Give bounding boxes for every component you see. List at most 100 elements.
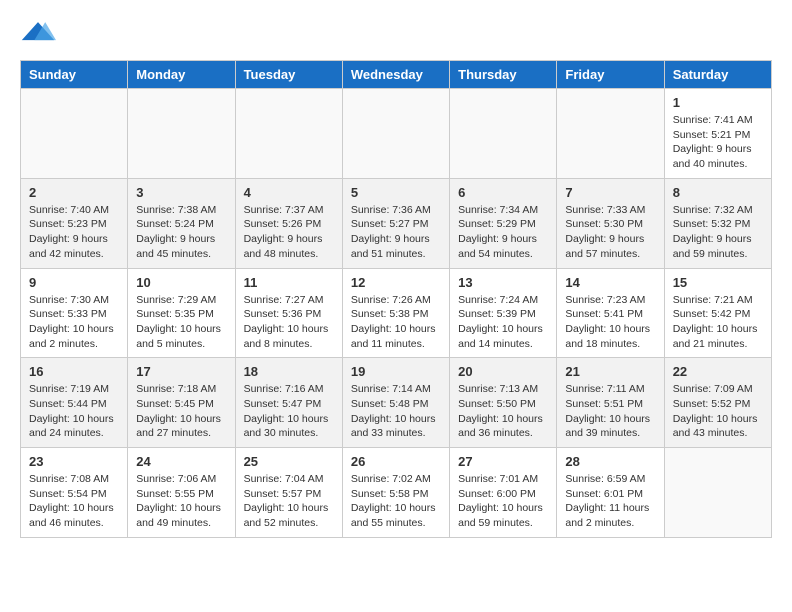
day-info: Sunrise: 7:41 AM Sunset: 5:21 PM Dayligh… xyxy=(673,113,763,172)
calendar-cell: 7Sunrise: 7:33 AM Sunset: 5:30 PM Daylig… xyxy=(557,178,664,268)
day-header-sunday: Sunday xyxy=(21,61,128,89)
day-info: Sunrise: 7:04 AM Sunset: 5:57 PM Dayligh… xyxy=(244,472,334,531)
day-number: 12 xyxy=(351,275,441,290)
calendar-week-row: 16 Sunrise: 7:19 AM Sunset: 5:44 PM Dayli… xyxy=(21,358,772,448)
day-number: 23 xyxy=(29,454,119,469)
day-number: 7 xyxy=(565,185,655,200)
calendar-cell: 4 Sunrise: 7:37 AM Sunset: 5:26 PM Daylig… xyxy=(235,178,342,268)
calendar-cell: 1 Sunrise: 7:41 AM Sunset: 5:21 PM Daylig… xyxy=(664,89,771,179)
calendar-cell xyxy=(557,89,664,179)
calendar-cell: 13 Sunrise: 7:24 AM Sunset: 5:39 PM Dayli… xyxy=(450,268,557,358)
calendar-cell: 21Sunrise: 7:11 AM Sunset: 5:51 PM Dayli… xyxy=(557,358,664,448)
day-number: 28 xyxy=(565,454,655,469)
calendar-cell: 10 Sunrise: 7:29 AM Sunset: 5:35 PM Dayli… xyxy=(128,268,235,358)
calendar-cell: 9 Sunrise: 7:30 AM Sunset: 5:33 PM Daylig… xyxy=(21,268,128,358)
day-info: Sunrise: 7:16 AM Sunset: 5:47 PM Dayligh… xyxy=(244,382,334,441)
calendar-week-row: 9 Sunrise: 7:30 AM Sunset: 5:33 PM Daylig… xyxy=(21,268,772,358)
day-number: 5 xyxy=(351,185,441,200)
day-header-thursday: Thursday xyxy=(450,61,557,89)
day-info: Sunrise: 7:09 AM Sunset: 5:52 PM Dayligh… xyxy=(673,382,763,441)
day-info: Sunrise: 7:29 AM Sunset: 5:35 PM Dayligh… xyxy=(136,293,226,352)
calendar-cell: 8 Sunrise: 7:32 AM Sunset: 5:32 PM Daylig… xyxy=(664,178,771,268)
calendar-cell xyxy=(21,89,128,179)
day-number: 4 xyxy=(244,185,334,200)
day-number: 26 xyxy=(351,454,441,469)
day-info: Sunrise: 7:37 AM Sunset: 5:26 PM Dayligh… xyxy=(244,203,334,262)
day-number: 9 xyxy=(29,275,119,290)
calendar-cell: 5 Sunrise: 7:36 AM Sunset: 5:27 PM Daylig… xyxy=(342,178,449,268)
calendar-cell: 2 Sunrise: 7:40 AM Sunset: 5:23 PM Daylig… xyxy=(21,178,128,268)
day-header-monday: Monday xyxy=(128,61,235,89)
calendar-cell: 15 Sunrise: 7:21 AM Sunset: 5:42 PM Dayli… xyxy=(664,268,771,358)
day-header-friday: Friday xyxy=(557,61,664,89)
day-info: Sunrise: 6:59 AM Sunset: 6:01 PM Dayligh… xyxy=(565,472,655,531)
day-number: 24 xyxy=(136,454,226,469)
calendar-cell: 14 Sunrise: 7:23 AM Sunset: 5:41 PM Dayli… xyxy=(557,268,664,358)
day-number: 17 xyxy=(136,364,226,379)
calendar-cell: 6 Sunrise: 7:34 AM Sunset: 5:29 PM Daylig… xyxy=(450,178,557,268)
calendar-cell: 19 Sunrise: 7:14 AM Sunset: 5:48 PM Dayli… xyxy=(342,358,449,448)
calendar-cell: 22Sunrise: 7:09 AM Sunset: 5:52 PM Dayli… xyxy=(664,358,771,448)
calendar-cell: 17 Sunrise: 7:18 AM Sunset: 5:45 PM Dayli… xyxy=(128,358,235,448)
day-number: 14 xyxy=(565,275,655,290)
day-info: Sunrise: 7:19 AM Sunset: 5:44 PM Dayligh… xyxy=(29,382,119,441)
day-number: 18 xyxy=(244,364,334,379)
calendar-cell xyxy=(664,448,771,538)
calendar-header-row: SundayMondayTuesdayWednesdayThursdayFrid… xyxy=(21,61,772,89)
calendar-cell: 11Sunrise: 7:27 AM Sunset: 5:36 PM Dayli… xyxy=(235,268,342,358)
calendar-cell: 16 Sunrise: 7:19 AM Sunset: 5:44 PM Dayli… xyxy=(21,358,128,448)
calendar-cell xyxy=(450,89,557,179)
day-info: Sunrise: 7:02 AM Sunset: 5:58 PM Dayligh… xyxy=(351,472,441,531)
calendar-table: SundayMondayTuesdayWednesdayThursdayFrid… xyxy=(20,60,772,538)
day-number: 20 xyxy=(458,364,548,379)
day-number: 6 xyxy=(458,185,548,200)
day-number: 2 xyxy=(29,185,119,200)
calendar-week-row: 2 Sunrise: 7:40 AM Sunset: 5:23 PM Daylig… xyxy=(21,178,772,268)
day-number: 1 xyxy=(673,95,763,110)
logo xyxy=(20,20,60,44)
day-number: 25 xyxy=(244,454,334,469)
calendar-week-row: 1 Sunrise: 7:41 AM Sunset: 5:21 PM Daylig… xyxy=(21,89,772,179)
day-info: Sunrise: 7:38 AM Sunset: 5:24 PM Dayligh… xyxy=(136,203,226,262)
day-info: Sunrise: 7:27 AM Sunset: 5:36 PM Dayligh… xyxy=(244,293,334,352)
calendar-cell: 3 Sunrise: 7:38 AM Sunset: 5:24 PM Daylig… xyxy=(128,178,235,268)
day-info: Sunrise: 7:24 AM Sunset: 5:39 PM Dayligh… xyxy=(458,293,548,352)
day-header-tuesday: Tuesday xyxy=(235,61,342,89)
day-info: Sunrise: 7:36 AM Sunset: 5:27 PM Dayligh… xyxy=(351,203,441,262)
day-info: Sunrise: 7:18 AM Sunset: 5:45 PM Dayligh… xyxy=(136,382,226,441)
day-number: 10 xyxy=(136,275,226,290)
calendar-cell: 24 Sunrise: 7:06 AM Sunset: 5:55 PM Dayli… xyxy=(128,448,235,538)
calendar-cell: 26 Sunrise: 7:02 AM Sunset: 5:58 PM Dayli… xyxy=(342,448,449,538)
logo-icon xyxy=(20,20,56,44)
calendar-cell: 20 Sunrise: 7:13 AM Sunset: 5:50 PM Dayli… xyxy=(450,358,557,448)
calendar-cell xyxy=(342,89,449,179)
day-info: Sunrise: 7:13 AM Sunset: 5:50 PM Dayligh… xyxy=(458,382,548,441)
day-info: Sunrise: 7:08 AM Sunset: 5:54 PM Dayligh… xyxy=(29,472,119,531)
day-number: 16 xyxy=(29,364,119,379)
calendar-cell xyxy=(235,89,342,179)
day-info: Sunrise: 7:14 AM Sunset: 5:48 PM Dayligh… xyxy=(351,382,441,441)
day-info: Sunrise: 7:26 AM Sunset: 5:38 PM Dayligh… xyxy=(351,293,441,352)
day-info: Sunrise: 7:06 AM Sunset: 5:55 PM Dayligh… xyxy=(136,472,226,531)
day-header-wednesday: Wednesday xyxy=(342,61,449,89)
calendar-cell: 18 Sunrise: 7:16 AM Sunset: 5:47 PM Dayli… xyxy=(235,358,342,448)
calendar-cell xyxy=(128,89,235,179)
calendar-cell: 25 Sunrise: 7:04 AM Sunset: 5:57 PM Dayli… xyxy=(235,448,342,538)
day-number: 8 xyxy=(673,185,763,200)
day-number: 15 xyxy=(673,275,763,290)
day-info: Sunrise: 7:40 AM Sunset: 5:23 PM Dayligh… xyxy=(29,203,119,262)
day-number: 19 xyxy=(351,364,441,379)
day-info: Sunrise: 7:34 AM Sunset: 5:29 PM Dayligh… xyxy=(458,203,548,262)
day-info: Sunrise: 7:30 AM Sunset: 5:33 PM Dayligh… xyxy=(29,293,119,352)
day-info: Sunrise: 7:32 AM Sunset: 5:32 PM Dayligh… xyxy=(673,203,763,262)
calendar-cell: 28 Sunrise: 6:59 AM Sunset: 6:01 PM Dayli… xyxy=(557,448,664,538)
day-info: Sunrise: 7:21 AM Sunset: 5:42 PM Dayligh… xyxy=(673,293,763,352)
page-header xyxy=(20,20,772,44)
day-info: Sunrise: 7:23 AM Sunset: 5:41 PM Dayligh… xyxy=(565,293,655,352)
calendar-cell: 12 Sunrise: 7:26 AM Sunset: 5:38 PM Dayli… xyxy=(342,268,449,358)
calendar-cell: 27Sunrise: 7:01 AM Sunset: 6:00 PM Dayli… xyxy=(450,448,557,538)
day-number: 27 xyxy=(458,454,548,469)
day-number: 3 xyxy=(136,185,226,200)
day-number: 13 xyxy=(458,275,548,290)
day-header-saturday: Saturday xyxy=(664,61,771,89)
